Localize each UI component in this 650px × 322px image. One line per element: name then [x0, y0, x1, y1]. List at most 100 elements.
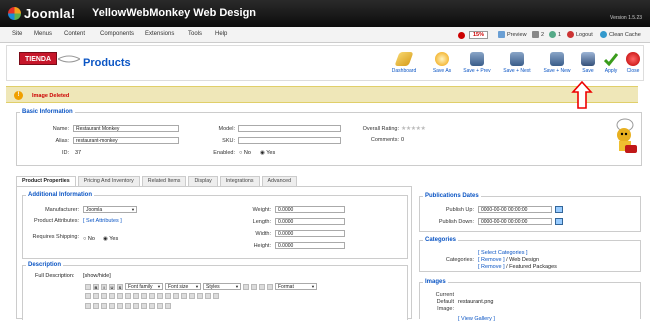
tab-pricing-inventory[interactable]: Pricing And Inventory [77, 176, 140, 186]
page-title: Products [83, 57, 131, 69]
select-categories-link[interactable]: [ Select Categories ] [478, 250, 528, 256]
paste-icon[interactable] [101, 293, 107, 299]
media-icon[interactable] [101, 303, 107, 309]
subscript-icon[interactable] [133, 303, 139, 309]
indent-icon[interactable] [197, 293, 203, 299]
save-prev-button[interactable]: Save + Prev [462, 52, 492, 74]
save-as-button[interactable]: Save As [427, 52, 457, 74]
code-icon[interactable] [165, 303, 171, 309]
strikethrough-icon[interactable]: S [117, 283, 123, 290]
anchor-icon[interactable] [205, 293, 211, 299]
numbered-list-icon[interactable] [181, 293, 187, 299]
additional-info-legend: Additional Information [26, 192, 94, 198]
justify-icon[interactable] [267, 283, 273, 290]
align-left-icon[interactable] [243, 283, 249, 290]
unlink-icon[interactable] [165, 293, 171, 299]
comments-label: Comments: [370, 137, 399, 143]
tab-content: Additional Information Manufacturer: Joo… [16, 186, 412, 320]
bullet-list-icon[interactable] [173, 293, 179, 299]
list-icon[interactable] [117, 293, 123, 299]
publish-down-input[interactable]: 0000-00-00 00:00:00 [478, 218, 552, 225]
rule-icon[interactable] [125, 303, 131, 309]
shipping-yes-radio[interactable]: ◉ Yes [103, 236, 118, 242]
calendar-down-icon[interactable] [555, 218, 563, 225]
calendar-up-icon[interactable] [555, 206, 563, 213]
model-input[interactable] [238, 125, 341, 132]
logout-link[interactable]: Logout [567, 31, 593, 38]
underline-icon[interactable]: U [109, 283, 115, 290]
remove-category-1-link[interactable]: [ Remove ] [478, 257, 505, 263]
cut-icon[interactable] [85, 293, 91, 299]
name-input[interactable]: Restaurant Monkey [73, 125, 179, 132]
align-right-icon[interactable] [259, 283, 265, 290]
menu-menus[interactable]: Menus [34, 31, 52, 37]
copy-icon[interactable] [93, 293, 99, 299]
height-input[interactable]: 0.0000 [275, 242, 345, 249]
styles-select[interactable]: Styles [203, 283, 241, 290]
menu-site[interactable]: Site [12, 31, 22, 37]
messages-link[interactable]: 2 [532, 31, 544, 38]
bold-icon[interactable]: B [93, 283, 99, 290]
tab-advanced[interactable]: Advanced [261, 176, 298, 186]
help-icon[interactable] [213, 293, 219, 299]
logo-swoosh-icon [58, 55, 80, 63]
tab-integrations[interactable]: Integrations [219, 176, 260, 186]
menu-help[interactable]: Help [215, 31, 227, 37]
view-gallery-link[interactable]: [ View Gallery ] [458, 316, 495, 322]
manufacturer-select[interactable]: Joomla [83, 206, 137, 213]
special-char-icon[interactable] [149, 303, 155, 309]
width-input[interactable]: 0.0000 [275, 230, 345, 237]
menu-tools[interactable]: Tools [188, 31, 202, 37]
menu-components[interactable]: Components [100, 31, 134, 37]
save-next-button[interactable]: Save + Next [502, 52, 532, 74]
save-prev-icon [470, 52, 484, 66]
remove-category-2-link[interactable]: [ Remove ] [478, 264, 505, 270]
alias-input[interactable]: restaurant-monkey [73, 137, 179, 144]
enabled-yes-radio[interactable]: ◉ Yes [260, 150, 275, 156]
redo-icon[interactable] [149, 293, 155, 299]
undo-icon[interactable] [141, 293, 147, 299]
weight-input[interactable]: 0.0000 [275, 206, 345, 213]
menu-content[interactable]: Content [64, 31, 85, 37]
tab-product-properties[interactable]: Product Properties [16, 176, 76, 186]
highlight-icon[interactable] [133, 293, 139, 299]
font-size-select[interactable]: Font size [165, 283, 201, 290]
italic-icon[interactable]: I [101, 283, 107, 290]
save-new-button[interactable]: Save + New [542, 52, 572, 74]
print-icon[interactable] [109, 303, 115, 309]
font-family-select[interactable]: Font family [125, 283, 163, 290]
tab-related-items[interactable]: Related Items [141, 176, 187, 186]
preview-editor-icon[interactable] [117, 303, 123, 309]
menu-extensions[interactable]: Extensions [145, 31, 174, 37]
dashboard-button[interactable]: Dashboard [389, 52, 419, 74]
smiley-icon[interactable] [93, 303, 99, 309]
find-icon[interactable] [109, 293, 115, 299]
shipping-yes-label: Yes [109, 236, 119, 242]
clean-cache-link[interactable]: Clean Cache [600, 31, 641, 38]
table-icon[interactable] [85, 303, 91, 309]
align-center-icon[interactable] [251, 283, 257, 290]
font-color-icon[interactable] [125, 293, 131, 299]
link-icon[interactable] [157, 293, 163, 299]
editor-image-icon[interactable] [85, 283, 91, 290]
format-select[interactable]: Format [275, 283, 317, 290]
close-button[interactable]: Close [618, 52, 648, 74]
length-input[interactable]: 0.0000 [275, 218, 345, 225]
tab-display[interactable]: Display [188, 176, 218, 186]
set-attributes-link[interactable]: [ Set Attributes ] [83, 218, 122, 224]
shipping-no-radio[interactable]: ○ No [83, 236, 95, 242]
superscript-icon[interactable] [141, 303, 147, 309]
save-next-icon [510, 52, 524, 66]
message-text: Image Deleted [32, 93, 70, 99]
enabled-no-radio[interactable]: ○ No [239, 150, 251, 156]
preview-link[interactable]: Preview [498, 31, 527, 38]
outdent-icon[interactable] [189, 293, 195, 299]
name-label: Name: [52, 126, 69, 132]
publish-up-input[interactable]: 0000-00-00 00:00:00 [478, 206, 552, 213]
preview-label: Preview [507, 31, 527, 38]
sku-input[interactable] [238, 137, 341, 144]
show-hide-toggle[interactable]: [show/hide] [83, 273, 111, 279]
save-new-icon [550, 52, 564, 66]
fullscreen-icon[interactable] [157, 303, 163, 309]
joomla-logo: Joomla! [8, 6, 75, 21]
